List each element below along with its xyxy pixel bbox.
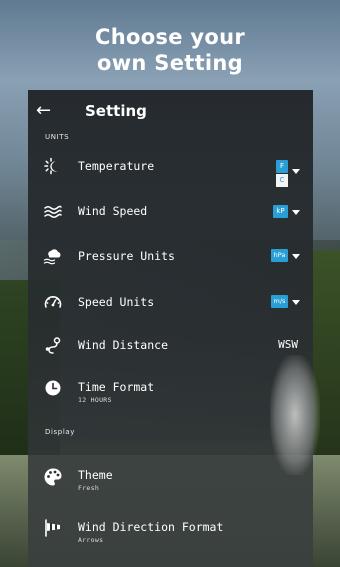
settings-panel: ← Setting UNITS Temperature F C Wind Spe… — [28, 90, 320, 567]
pressure-units-label: Pressure Units — [78, 249, 175, 263]
wind-waves-icon — [44, 205, 62, 218]
cloud-pressure-icon — [43, 249, 61, 265]
sun-moon-icon — [44, 157, 58, 175]
wind-speed-unit-selected[interactable]: kP — [273, 205, 288, 218]
theme-value: Fresh — [78, 484, 100, 492]
headline-line-2: own Setting — [96, 51, 243, 75]
back-button[interactable]: ← — [36, 100, 56, 122]
pressure-unit-selected[interactable]: hPa — [271, 249, 288, 262]
arrow-left-icon: ← — [36, 100, 52, 121]
temperature-label: Temperature — [78, 159, 155, 173]
wind-distance-label: Wind Distance — [78, 338, 169, 352]
time-format-setting-row[interactable]: Time Format 12 HOURS — [28, 369, 313, 409]
wind-speed-setting-row[interactable]: Wind Speed kP — [28, 192, 313, 232]
settings-header: ← Setting — [28, 90, 313, 132]
theme-setting-row[interactable]: Theme Fresh — [28, 457, 313, 497]
page-title: Setting — [85, 102, 147, 120]
route-pin-icon — [45, 337, 61, 354]
temperature-setting-row[interactable]: Temperature F C — [28, 147, 313, 187]
pressure-units-setting-row[interactable]: Pressure Units hPa — [28, 236, 313, 276]
section-header-units: UNITS — [45, 133, 70, 141]
chevron-down-icon[interactable] — [292, 169, 300, 174]
time-format-label: Time Format — [78, 380, 155, 394]
temperature-unit-option[interactable]: C — [276, 174, 288, 187]
speedometer-icon — [44, 296, 62, 308]
chevron-down-icon[interactable] — [292, 210, 300, 215]
wind-speed-label: Wind Speed — [78, 204, 148, 218]
promo-headline: Choose your own Setting — [0, 24, 340, 76]
wind-direction-format-label: Wind Direction Format — [78, 520, 224, 534]
time-format-value: 12 HOURS — [78, 396, 112, 404]
section-header-display: Display — [45, 428, 76, 436]
chevron-down-icon[interactable] — [292, 254, 300, 259]
speed-units-label: Speed Units — [78, 295, 155, 309]
palette-icon — [44, 468, 62, 486]
clock-icon — [45, 380, 61, 396]
wind-distance-value: WSW — [278, 338, 298, 351]
chevron-down-icon[interactable] — [292, 300, 300, 305]
theme-label: Theme — [78, 468, 113, 482]
windsock-icon — [45, 519, 60, 537]
speed-unit-selected[interactable]: m/s — [271, 295, 288, 308]
temperature-unit-selected[interactable]: F — [276, 160, 288, 173]
headline-line-1: Choose your — [95, 25, 245, 49]
wind-direction-format-value: Arrows — [78, 536, 104, 544]
speed-units-setting-row[interactable]: Speed Units m/s — [28, 282, 313, 322]
wind-direction-format-setting-row[interactable]: Wind Direction Format Arrows — [28, 508, 313, 548]
wind-distance-setting-row[interactable]: Wind Distance WSW — [28, 326, 313, 366]
